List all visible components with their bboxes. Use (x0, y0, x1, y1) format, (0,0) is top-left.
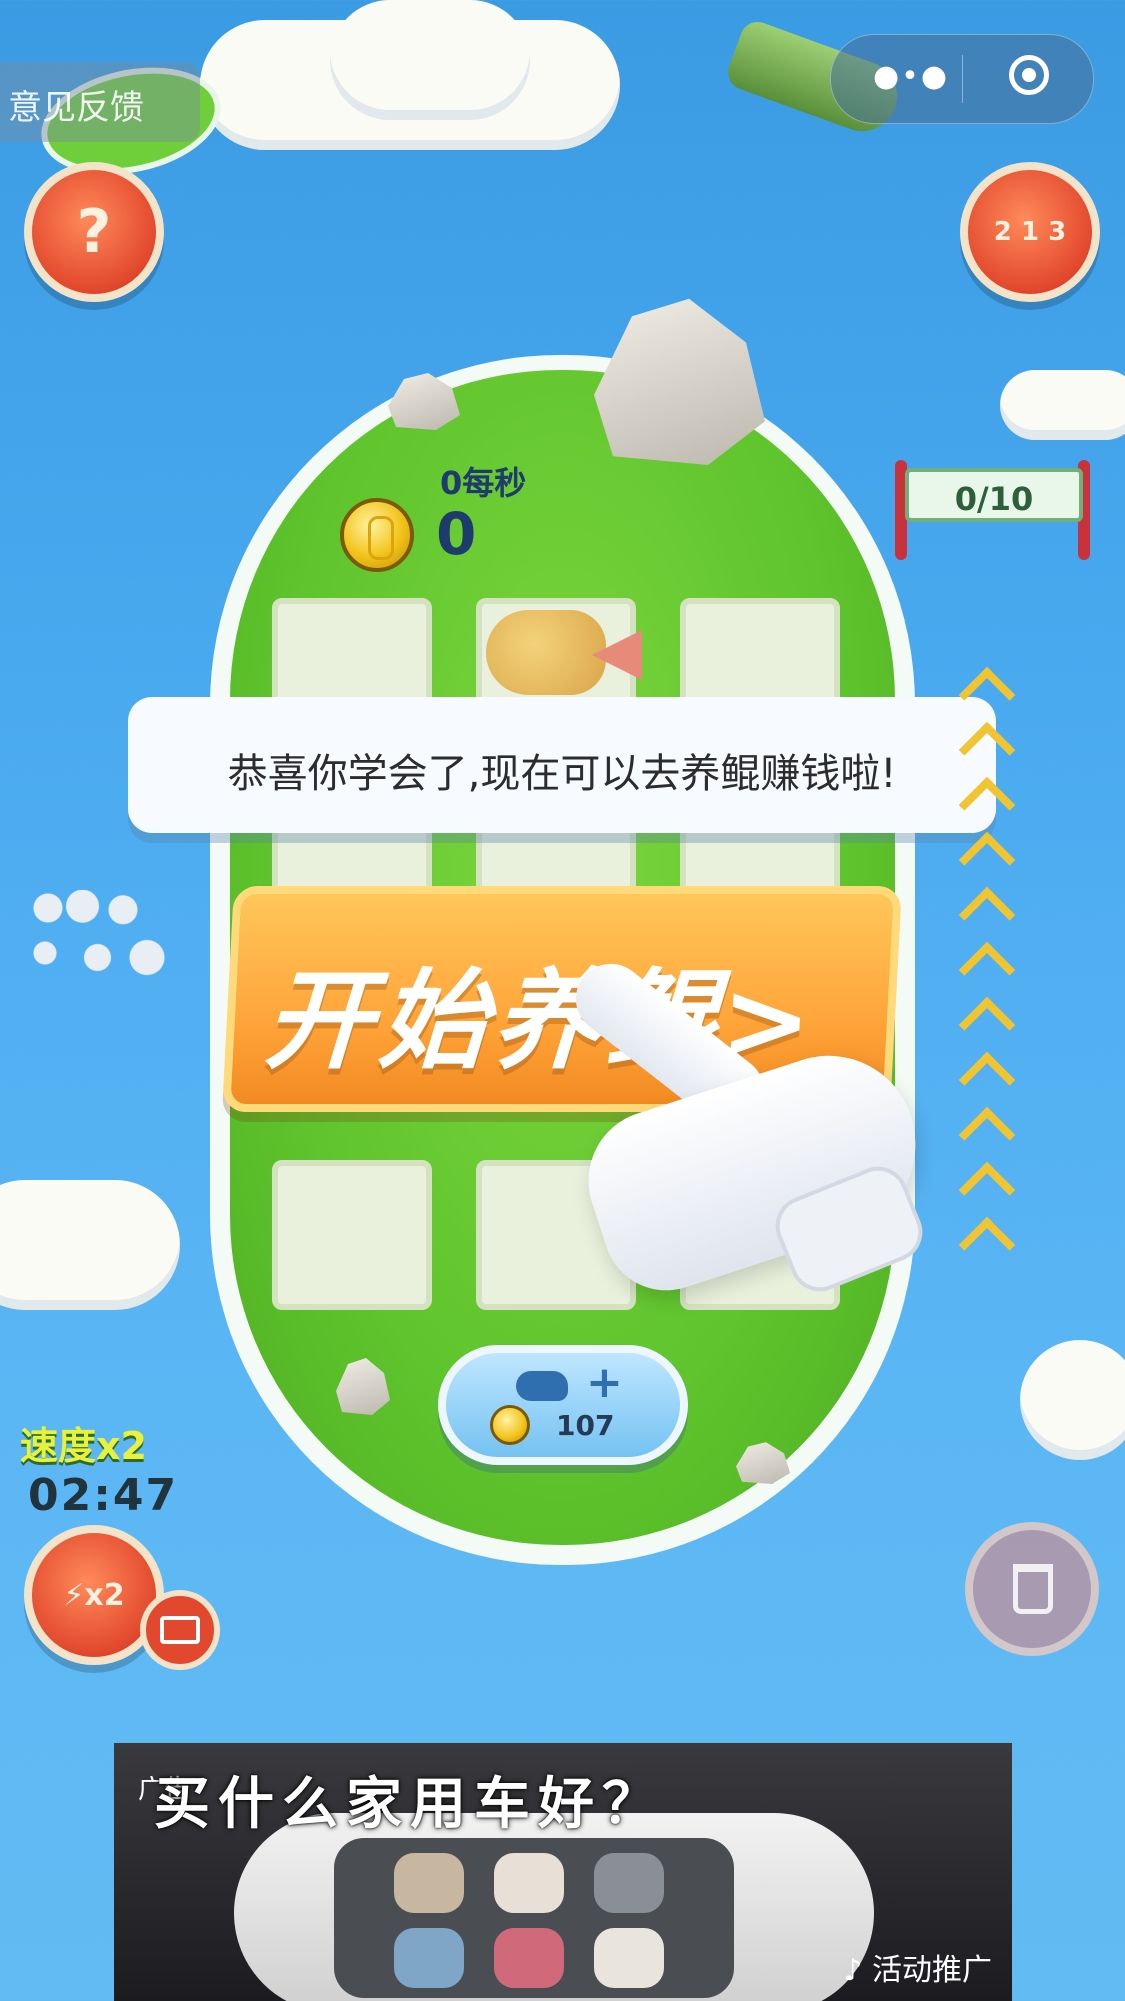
mini-program-capsule: ●•● (830, 34, 1094, 124)
more-dots-icon[interactable]: ●•● (873, 59, 949, 94)
chevron-up-icon (955, 940, 1035, 980)
ad-promo-label[interactable]: ♪ 活动推广 (843, 1945, 992, 1989)
coin-icon (490, 1405, 530, 1445)
speed-label: 速度x2 (20, 1424, 147, 1468)
cloud (1000, 370, 1125, 440)
video-icon[interactable] (140, 1590, 220, 1670)
ad-banner[interactable]: 广告 买什么家用车好？ ♪ 活动推广 (114, 1743, 1012, 2001)
capsule-divider (962, 55, 963, 103)
per-second-rate: 0每秒 (440, 464, 527, 502)
lightning-icon: ⚡x2 (63, 1577, 125, 1613)
kun-fish[interactable] (486, 610, 606, 695)
chevron-up-icon (955, 1160, 1035, 1200)
passenger (594, 1928, 664, 1988)
chevron-up-icon (955, 885, 1035, 925)
pebbles (30, 890, 180, 980)
progress-banner: 0/10 (905, 468, 1083, 522)
trash-icon (1013, 1564, 1053, 1614)
passenger (494, 1928, 564, 1988)
fish-slot[interactable] (272, 1160, 432, 1310)
cloud (1020, 1340, 1125, 1460)
tutorial-message-text: 恭喜你学会了,现在可以去养鲲赚钱啦! (227, 751, 897, 797)
chevron-up-icon (955, 775, 1035, 815)
chevron-up-icon (955, 1215, 1035, 1255)
chevron-up-icon (955, 720, 1035, 760)
passenger (594, 1853, 664, 1913)
chevron-up-icon (955, 995, 1035, 1035)
coin-count: 0 (436, 500, 477, 568)
passenger (394, 1853, 464, 1913)
buy-fish-button[interactable]: + 107 (438, 1345, 688, 1465)
chevron-up-icon (955, 665, 1035, 705)
coin-icon (340, 498, 414, 572)
chevron-up-icon (955, 830, 1035, 870)
tutorial-message: 恭喜你学会了,现在可以去养鲲赚钱啦! (128, 697, 996, 833)
passenger (394, 1928, 464, 1988)
cloud (0, 1180, 180, 1310)
question-icon: ? (76, 197, 112, 267)
leaderboard-button[interactable]: 2 1 3 (960, 162, 1100, 302)
progress-label: 0/10 (954, 480, 1034, 518)
chevron-up-icon (955, 1105, 1035, 1145)
feedback-label: 意见反馈 (8, 88, 144, 128)
podium-icon: 2 1 3 (993, 217, 1067, 247)
help-button[interactable]: ? (24, 162, 164, 302)
plus-icon: + (586, 1357, 623, 1408)
ad-headline: 买什么家用车好？ (154, 1772, 666, 1837)
whale-icon (516, 1371, 568, 1401)
trash-button[interactable] (965, 1522, 1099, 1656)
feedback-button[interactable]: 意见反馈 (0, 62, 200, 142)
passenger (494, 1853, 564, 1913)
buy-fish-price: 107 (556, 1409, 615, 1442)
speed-timer: 02:47 (28, 1470, 179, 1521)
chevron-up-icon (955, 1050, 1035, 1090)
target-icon[interactable] (1009, 55, 1049, 95)
cloud (330, 0, 530, 120)
